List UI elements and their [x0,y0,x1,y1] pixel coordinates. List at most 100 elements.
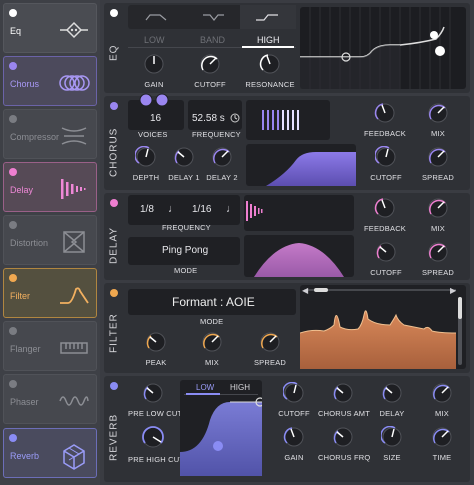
delay-feedback-dial[interactable] [374,197,396,219]
filter-icon [60,287,89,304]
chorus-voices-mini-knobs[interactable] [138,92,172,108]
reverb-delay-dial[interactable] [381,382,403,404]
reverb-cutoff-knob[interactable]: CUTOFF [272,381,316,418]
filter-spread-label: SPREAD [253,358,287,367]
chorus-delay1-knob[interactable]: DELAY 1 [166,146,202,182]
filter-response-display[interactable]: ◀ ▶ [299,285,466,369]
delay-mode-select[interactable]: Ping Pong [128,237,240,265]
reverb-time-dial[interactable] [431,426,453,448]
reverb-cutoff-dial[interactable] [282,381,305,404]
reverb-gain-knob[interactable]: GAIN [272,426,316,462]
chorus-delay2-dial[interactable] [211,146,233,168]
module-slot-flanger[interactable]: Flanger [3,321,97,371]
delay-mode-value: Ping Pong [162,245,209,256]
chorus-voice-bars [262,110,299,130]
filter-enable-dot[interactable] [9,274,17,282]
reverb-panel-dot[interactable] [110,382,118,390]
filter-mix-knob[interactable]: MIX [196,331,228,367]
eq-cutoff-knob[interactable]: CUTOFF [190,53,230,89]
phaser-enable-dot[interactable] [9,380,17,388]
delay-cutoff-knob[interactable]: CUTOFF [366,241,406,277]
delay-time-box[interactable]: 1/8 ♩ 1/16 ♩ [128,195,240,225]
chorus-panel-dot[interactable] [110,102,118,110]
delay-spread-dial[interactable] [427,241,449,263]
eq-resonance-knob[interactable]: RESONANCE [242,53,298,89]
eq-cutoff-dial[interactable] [199,53,221,75]
compressor-enable-dot[interactable] [9,115,17,123]
delay-cutoff-dial[interactable] [375,241,397,263]
module-slot-filter[interactable]: Filter [3,268,97,318]
chorus-spread-dial[interactable] [427,146,449,168]
module-slot-distortion[interactable]: Distortion [3,215,97,265]
reverb-time-knob[interactable]: TIME [422,426,462,462]
delay-panel-dot[interactable] [110,199,118,207]
reverb-eq-display[interactable]: LOW HIGH [180,380,262,476]
chorus-enable-dot[interactable] [9,62,17,70]
eq-response-graph[interactable] [300,7,466,89]
delay-mix-dial[interactable] [427,197,449,219]
eq-panel-dot[interactable] [110,9,118,17]
chorus-delay1-dial[interactable] [173,146,195,168]
chorus-mix-dial[interactable] [427,102,449,124]
chorus-spread-knob[interactable]: SPREAD [416,146,460,182]
chorus-frequency-box[interactable]: 52.58 s [188,100,242,130]
delay-feedback-knob[interactable]: FEEDBACK [360,197,410,233]
module-slot-eq[interactable]: Eq [3,3,97,53]
reverb-mix-knob[interactable]: MIX [422,382,462,418]
note-icon-2[interactable]: ♩ [226,203,237,215]
chorus-delay2-knob[interactable]: DELAY 2 [204,146,240,182]
reverb-pre-low-cut-dial[interactable] [142,382,164,404]
distortion-enable-dot[interactable] [9,221,17,229]
delay-enable-dot[interactable] [9,168,17,176]
chorus-feedback-knob[interactable]: FEEDBACK [360,102,410,138]
note-icon[interactable]: ♩ [168,203,179,215]
eq-resonance-dial[interactable] [259,53,281,75]
module-slot-chorus[interactable]: Chorus [3,56,97,106]
delay-mix-knob[interactable]: MIX [418,197,458,233]
flanger-enable-dot[interactable] [9,327,17,335]
module-slot-reverb[interactable]: Reverb [3,428,97,478]
chorus-feedback-dial[interactable] [374,102,396,124]
eq-gain-knob[interactable]: GAIN [134,53,174,89]
delay-mix-label: MIX [431,224,445,233]
reverb-chorus-amt-label: CHORUS AMT [318,409,371,418]
filter-mix-dial[interactable] [201,331,223,353]
reverb-mix-dial[interactable] [431,382,453,404]
module-slot-delay[interactable]: Delay [3,162,97,212]
filter-panel-dot[interactable] [110,289,118,297]
chorus-cutoff-dial[interactable] [374,145,397,168]
reverb-size-knob[interactable]: SIZE [372,425,412,462]
eq-enable-dot[interactable] [9,9,17,17]
chorus-depth-knob[interactable]: DEPTH [130,145,162,182]
reverb-pre-low-cut-knob[interactable]: PRE LOW CUT [128,382,182,418]
chorus-depth-dial[interactable] [134,145,157,168]
eq-gain-dial[interactable] [143,53,165,75]
module-slot-phaser[interactable]: Phaser [3,374,97,424]
clock-icon[interactable] [230,113,240,123]
filter-peak-dial[interactable] [145,331,167,353]
filter-mix-label: MIX [205,358,219,367]
module-slot-compressor[interactable]: Compressor [3,109,97,159]
reverb-chorus-frq-knob[interactable]: CHORUS FRQ [318,426,370,462]
reverb-pre-high-cut-knob[interactable]: PRE HIGH CUT [128,424,184,464]
eq-gain-label: GAIN [144,80,164,89]
chorus-mix-knob[interactable]: MIX [418,102,458,138]
filter-spread-dial[interactable] [259,331,281,353]
eq-band-tab-low[interactable]: LOW [144,35,165,45]
reverb-delay-knob[interactable]: DELAY [372,382,412,418]
delay-spread-knob[interactable]: SPREAD [416,241,460,277]
reverb-chorus-amt-dial[interactable] [332,382,354,404]
reverb-pre-high-cut-dial[interactable] [140,424,166,450]
reverb-enable-dot[interactable] [9,434,17,442]
filter-peak-knob[interactable]: PEAK [140,331,172,367]
reverb-size-dial[interactable] [380,425,403,448]
reverb-chorus-amt-knob[interactable]: CHORUS AMT [318,382,371,418]
reverb-chorus-frq-dial[interactable] [332,426,354,448]
filter-mode-select[interactable]: Formant : AOIE [128,289,296,315]
eq-band-tab-high[interactable]: HIGH [257,35,280,45]
filter-spread-knob[interactable]: SPREAD [248,331,292,367]
delay-panel: DELAY 1/8 ♩ 1/16 ♩ FREQUENCY Ping Pong M… [104,193,470,280]
reverb-gain-dial[interactable] [283,426,305,448]
chorus-cutoff-knob[interactable]: CUTOFF [366,145,406,182]
eq-band-tab-band[interactable]: BAND [200,35,225,45]
